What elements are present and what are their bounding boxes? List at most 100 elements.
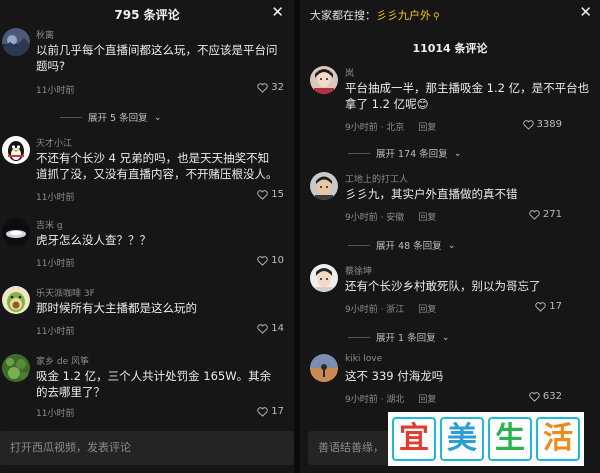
like-count: 17	[549, 301, 562, 312]
avatar[interactable]	[310, 264, 338, 292]
like-button[interactable]: 15	[257, 189, 284, 200]
expand-replies-button[interactable]: 展开 48 条回复 ⌄	[348, 238, 456, 252]
chevron-down-icon: ⌄	[447, 239, 456, 251]
comment-time-location: 9小时前 · 北京	[345, 123, 405, 133]
logo-char: 活	[536, 417, 580, 461]
logo-char: 宜	[392, 417, 436, 461]
reply-button[interactable]: 回复	[418, 395, 436, 405]
comment-time: 11小时前	[36, 259, 75, 269]
comment-item: 乐天派咖啡 3F 那时候所有大主播都是这么玩的 11小时前 14	[0, 286, 294, 340]
expand-replies-label: 展开 1 条回复	[376, 333, 436, 344]
like-button[interactable]: 10	[257, 255, 284, 266]
close-icon[interactable]: ✕	[579, 4, 592, 20]
comment-text: 不还有个长沙 4 兄弟的吗，也是天天抽奖不知道抓了没，又没有直播内容，不开赌压根…	[36, 151, 278, 181]
like-count: 32	[271, 82, 284, 93]
like-count: 15	[271, 189, 284, 200]
comment-meta: 9小时前 · 安徽 回复	[345, 210, 436, 223]
heart-icon	[529, 391, 540, 402]
comment-username[interactable]: 天才小江	[36, 136, 72, 149]
comment-item: 吉米 g 虎牙怎么没人查？？？ 11小时前 10	[0, 218, 294, 272]
heart-icon	[257, 189, 268, 200]
comment-username[interactable]: 吉米 g	[36, 218, 63, 231]
comment-text: 那时候所有大主播都是这么玩的	[36, 301, 197, 315]
avatar[interactable]	[310, 66, 338, 94]
comment-input[interactable]: 善语结善缘，	[308, 431, 392, 465]
expand-replies-label: 展开 5 条回复	[88, 113, 148, 124]
comment-meta: 9小时前 · 湖北 回复	[345, 392, 436, 405]
watermark-logo: 宜 美 生 活	[388, 412, 584, 466]
comment-item: 岚 平台抽成一半，那主播吸金 1.2 亿，是不平台也拿了 1.2 亿呢😊 9小时…	[300, 66, 600, 136]
reply-button[interactable]: 回复	[418, 213, 436, 223]
comment-time-location: 9小时前 · 湖北	[345, 395, 405, 405]
comment-username[interactable]: 岚	[345, 66, 354, 79]
comment-username[interactable]: kiki love	[345, 354, 382, 364]
comment-username[interactable]: 家乡 de 风筝	[36, 354, 89, 367]
like-count: 17	[271, 406, 284, 417]
like-button[interactable]: 3389	[522, 119, 562, 130]
comment-username[interactable]: 秋离	[36, 28, 54, 41]
avatar[interactable]	[2, 354, 30, 382]
expand-replies-button[interactable]: 展开 1 条回复 ⌄	[348, 330, 450, 344]
comment-time-location: 9小时前 · 安徽	[345, 213, 405, 223]
like-count: 14	[271, 323, 284, 334]
avatar[interactable]	[2, 136, 30, 164]
like-count: 271	[542, 209, 562, 220]
comment-time: 11小时前	[36, 193, 75, 203]
comments-panel-left: 795 条评论 ✕ 秋离 以前几乎每个直播间都这么玩，不应该是平台问题吗? 11…	[0, 0, 294, 473]
like-count: 632	[542, 391, 562, 402]
close-icon[interactable]: ✕	[271, 4, 284, 20]
avatar[interactable]	[2, 28, 30, 56]
like-button[interactable]: 632	[529, 391, 562, 402]
comment-meta: 9小时前 · 北京 回复	[345, 120, 436, 133]
like-count: 3389	[536, 119, 562, 130]
comment-time: 11小时前	[36, 409, 75, 419]
comment-input[interactable]: 打开西瓜视频，发表评论	[0, 431, 294, 465]
comment-item: 天才小江 不还有个长沙 4 兄弟的吗，也是天天抽奖不知道抓了没，又没有直播内容，…	[0, 136, 294, 204]
search-suggestion[interactable]: 大家都在搜：彡彡九户外 ⚲	[310, 7, 440, 23]
like-button[interactable]: 271	[529, 209, 562, 220]
comment-text: 以前几乎每个直播间都这么玩，不应该是平台问题吗?	[36, 43, 278, 73]
comment-item: 蔡徐坤 还有个长沙乡村敢死队，别以为哥忘了 9小时前 · 浙江 回复 17	[300, 264, 600, 318]
heart-icon	[257, 82, 268, 93]
chevron-down-icon: ⌄	[441, 331, 450, 343]
divider-line	[60, 116, 82, 118]
comment-time: 11小时前	[36, 327, 75, 337]
heart-icon	[529, 209, 540, 220]
divider-line	[348, 152, 370, 154]
expand-replies-button[interactable]: 展开 5 条回复 ⌄	[60, 110, 162, 124]
like-button[interactable]: 14	[257, 323, 284, 334]
comment-text: 吸金 1.2 亿，三个人共计处罚金 165W。其余的去哪里了？	[36, 369, 272, 399]
reply-button[interactable]: 回复	[418, 305, 436, 315]
logo-char: 生	[488, 417, 532, 461]
avatar[interactable]	[2, 286, 30, 314]
logo-char: 美	[440, 417, 484, 461]
comment-username[interactable]: 乐天派咖啡 3F	[36, 286, 95, 299]
comment-username[interactable]: 蔡徐坤	[345, 264, 372, 277]
comment-item: kiki love 这不 339 付海龙吗 9小时前 · 湖北 回复 632	[300, 354, 600, 408]
avatar[interactable]	[2, 218, 30, 246]
comment-time-location: 9小时前 · 浙江	[345, 305, 405, 315]
comment-item: 秋离 以前几乎每个直播间都这么玩，不应该是平台问题吗? 11小时前 32	[0, 28, 294, 98]
comment-username[interactable]: 工地上的打工人	[345, 172, 408, 185]
divider-line	[348, 244, 370, 246]
comment-text: 还有个长沙乡村敢死队，别以为哥忘了	[345, 279, 541, 293]
chevron-down-icon: ⌄	[453, 147, 462, 159]
expand-replies-button[interactable]: 展开 174 条回复 ⌄	[348, 146, 462, 160]
comment-item: 家乡 de 风筝 吸金 1.2 亿，三个人共计处罚金 165W。其余的去哪里了？…	[0, 354, 294, 420]
chevron-down-icon: ⌄	[153, 111, 162, 123]
like-button[interactable]: 17	[535, 301, 562, 312]
like-button[interactable]: 32	[257, 82, 284, 93]
avatar[interactable]	[310, 172, 338, 200]
search-term[interactable]: 彡彡九户外	[376, 9, 431, 22]
comment-text: 虎牙怎么没人查？？？	[36, 233, 151, 247]
comments-panel-right: 大家都在搜：彡彡九户外 ⚲ ✕ 11014 条评论 岚 平台抽成一半，那主播吸金 …	[300, 0, 600, 473]
reply-button[interactable]: 回复	[418, 123, 436, 133]
like-button[interactable]: 17	[257, 406, 284, 417]
like-count: 10	[271, 255, 284, 266]
heart-icon	[257, 255, 268, 266]
divider-line	[348, 336, 370, 338]
comment-time: 11小时前	[36, 86, 75, 96]
comment-text: 彡彡九，其实户外直播做的真不错	[345, 187, 518, 201]
avatar[interactable]	[310, 354, 338, 382]
comment-input-bar: 打开西瓜视频，发表评论	[0, 423, 294, 473]
